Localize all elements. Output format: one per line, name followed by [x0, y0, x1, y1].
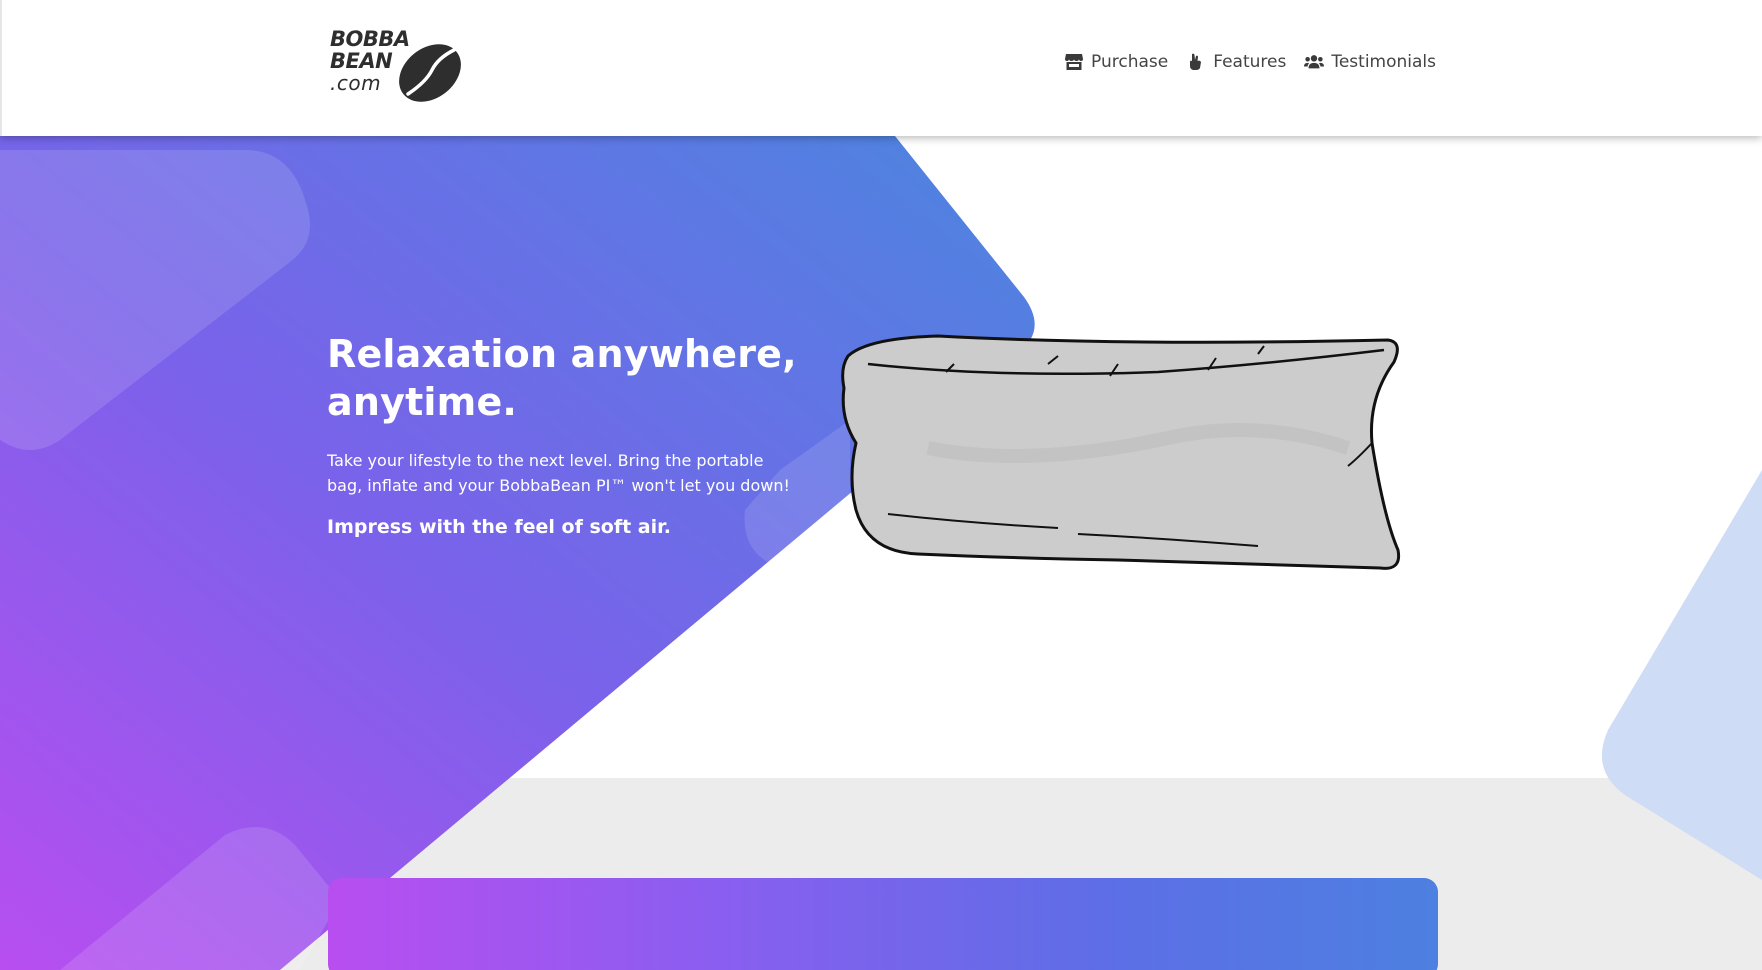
hand-pointer-icon — [1190, 53, 1202, 70]
hero-title: Relaxation anywhere, anytime. — [327, 330, 797, 426]
nav-label-features: Features — [1213, 52, 1287, 72]
coffee-bean-icon — [399, 44, 461, 102]
main-nav: Purchase Features Testimonials — [1064, 52, 1436, 72]
inflatable-air-lounger-illustration — [841, 334, 1401, 570]
nav-item-features[interactable]: Features — [1186, 52, 1286, 72]
nav-label-purchase: Purchase — [1091, 52, 1169, 72]
nav-label-testimonials: Testimonials — [1331, 52, 1436, 72]
store-icon — [1065, 54, 1084, 70]
hero-title-line-1: Relaxation anywhere, — [327, 332, 797, 376]
nav-item-testimonials[interactable]: Testimonials — [1304, 52, 1436, 72]
nav-item-purchase[interactable]: Purchase — [1064, 52, 1168, 72]
hero-tagline: Impress with the feel of soft air. — [327, 516, 671, 538]
landing-page: BOBBA BEAN .com Purchase Features Testim… — [0, 0, 1762, 970]
site-logo[interactable]: BOBBA BEAN .com — [330, 28, 470, 108]
hero-description: Take your lifestyle to the next level. B… — [327, 451, 790, 495]
users-icon — [1304, 55, 1325, 69]
site-header: BOBBA BEAN .com Purchase Features Testim… — [0, 0, 1762, 136]
hero-title-line-2: anytime. — [327, 380, 518, 424]
cta-banner — [328, 878, 1438, 970]
hero-content: Relaxation anywhere, anytime. Take your … — [327, 330, 797, 538]
